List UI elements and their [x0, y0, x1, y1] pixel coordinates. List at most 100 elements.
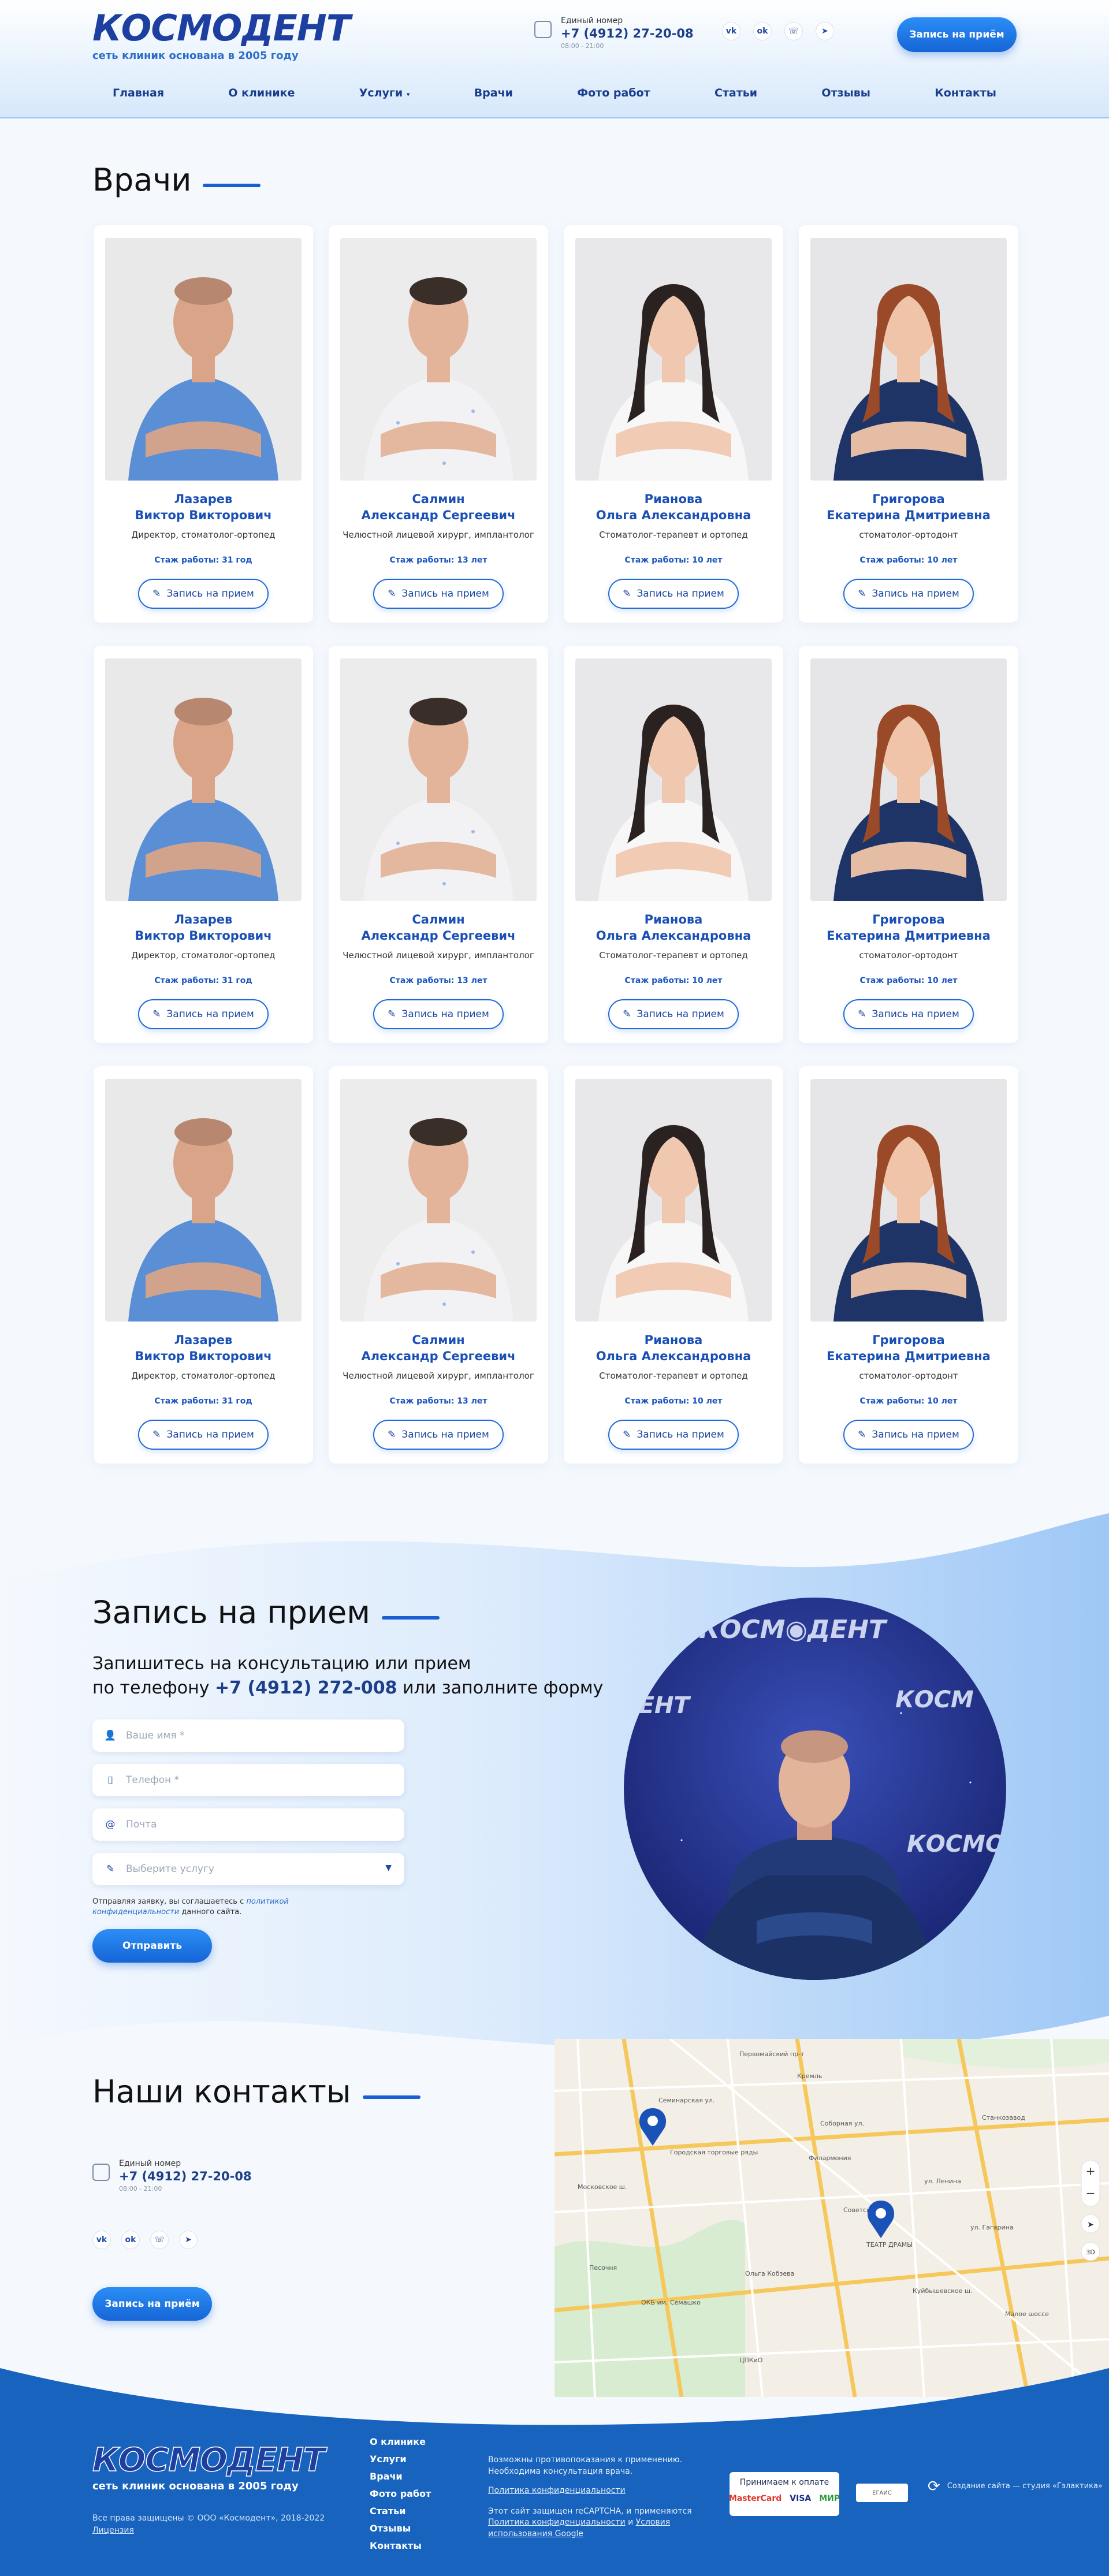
doctor-photo[interactable] [810, 238, 1007, 481]
doctor-appointment-button[interactable]: ✎ Запись на прием [608, 1420, 739, 1450]
doctor-appointment-button[interactable]: ✎ Запись на прием [138, 999, 269, 1029]
doctor-appointment-button[interactable]: ✎ Запись на прием [608, 579, 739, 609]
doctor-appointment-button[interactable]: ✎ Запись на прием [843, 999, 974, 1029]
doctor-name[interactable]: Григорова Екатерина Дмитриевна [799, 1332, 1018, 1365]
footer-logo[interactable]: КОСМОДЕНТ сеть клиник основана в 2005 го… [92, 2444, 326, 2492]
doctor-given-name: Виктор Викторович [135, 1349, 272, 1364]
phone-number[interactable]: +7 (4912) 27-20-08 [561, 27, 694, 40]
pencil-icon: ✎ [623, 1008, 631, 1020]
doctor-photo[interactable] [340, 658, 537, 901]
zoom-out-icon[interactable]: − [1086, 2186, 1096, 2200]
footer-link-articles[interactable]: Статьи [370, 2506, 431, 2517]
doctor-appointment-label: Запись на прием [872, 1429, 959, 1440]
studio-icon: ⟳ [928, 2478, 940, 2495]
nav-contacts[interactable]: Контакты [935, 87, 996, 99]
doctor-appointment-button[interactable]: ✎ Запись на прием [373, 999, 504, 1029]
zoom-in-icon[interactable]: + [1086, 2164, 1096, 2178]
doctor-surname: Рианова [644, 492, 703, 506]
visa-logo: VISA [790, 2494, 812, 2503]
telegram-icon[interactable]: ➤ [816, 22, 834, 40]
license-link[interactable]: Лицензия [92, 2525, 325, 2537]
whatsapp-icon[interactable]: ☏ [784, 22, 803, 40]
doctor-name[interactable]: Рианова Ольга Александровна [564, 1332, 783, 1365]
contacts-title-text: Наши контакты [92, 2074, 351, 2110]
map-label-7: Филармония [809, 2154, 851, 2162]
nav-services[interactable]: Услуги ▾ [359, 87, 410, 99]
doctor-surname: Лазарев [174, 1333, 233, 1347]
telegram-icon[interactable]: ➤ [179, 2231, 198, 2249]
note2-a: Этот сайт защищен reCAPTCHA, и применяют… [488, 2506, 692, 2516]
doctor-name[interactable]: Григорова Екатерина Дмитриевна [799, 911, 1018, 944]
doctor-appointment-button[interactable]: ✎ Запись на прием [608, 999, 739, 1029]
doctor-appointment-button[interactable]: ✎ Запись на прием [843, 579, 974, 609]
email-field[interactable]: @ Почта [92, 1808, 404, 1841]
studio-credit[interactable]: ⟳ Создание сайта — студия «Гэлактика» [928, 2478, 1103, 2495]
doctor-name[interactable]: Рианова Ольга Александровна [564, 491, 783, 524]
doctor-photo[interactable] [105, 658, 302, 901]
submit-button[interactable]: Отправить [92, 1929, 212, 1963]
locate-icon[interactable]: ➤ [1087, 2220, 1094, 2229]
footer-privacy-link[interactable]: Политика конфиденциальности [488, 2485, 719, 2497]
intro-phone[interactable]: +7 (4912) 272-008 [215, 1678, 397, 1698]
contacts-map[interactable]: Первомайский пр-т Семинарская ул. Соборн… [554, 2039, 1109, 2397]
name-placeholder: Ваше имя * [126, 1730, 185, 1741]
contacts-appointment-button[interactable]: Запись на приём [92, 2287, 212, 2321]
appointment-intro: Запишитесь на консультацию или прием по … [92, 1652, 603, 1700]
contacts-phone-label: Единый номер [119, 2159, 181, 2168]
doctor-photo[interactable] [340, 238, 537, 481]
doctor-name[interactable]: Рианова Ольга Александровна [564, 911, 783, 944]
ok-icon[interactable]: ok [753, 22, 772, 40]
nav-articles[interactable]: Статьи [714, 87, 757, 99]
doctor-name[interactable]: Лазарев Виктор Викторович [94, 911, 313, 944]
doctor-photo[interactable] [810, 1079, 1007, 1321]
logo-text: КОСМОДЕНТ [92, 7, 351, 49]
footer-link-contacts[interactable]: Контакты [370, 2540, 431, 2551]
doctor-name[interactable]: Салмин Александр Сергеевич [329, 491, 548, 524]
doctor-photo[interactable] [105, 238, 302, 481]
phone-field[interactable]: ▯ Телефон * [92, 1764, 404, 1796]
doctor-photo[interactable] [810, 658, 1007, 901]
doctor-name[interactable]: Лазарев Виктор Викторович [94, 1332, 313, 1365]
3d-icon[interactable]: 3D [1086, 2249, 1095, 2256]
footer-link-services[interactable]: Услуги [370, 2454, 431, 2465]
nav-about[interactable]: О клинике [228, 87, 295, 99]
footer-link-photos[interactable]: Фото работ [370, 2488, 431, 2499]
doctor-photo[interactable] [105, 1079, 302, 1321]
vk-icon[interactable]: vk [722, 22, 740, 40]
doctor-given-name: Александр Сергеевич [361, 1349, 516, 1364]
ok-icon[interactable]: ok [121, 2231, 140, 2249]
doctor-given-name: Ольга Александровна [596, 508, 751, 523]
service-select[interactable]: ✎ Выберите услугу ▼ [92, 1853, 404, 1885]
nav-home[interactable]: Главная [113, 87, 164, 99]
site-header: КОСМОДЕНТ сеть клиник основана в 2005 го… [0, 0, 1109, 118]
name-field[interactable]: 👤 Ваше имя * [92, 1719, 404, 1752]
contacts-phone-number[interactable]: +7 (4912) 27-20-08 [119, 2169, 252, 2183]
doctor-name[interactable]: Григорова Екатерина Дмитриевна [799, 491, 1018, 524]
doctor-photo[interactable] [340, 1079, 537, 1321]
whatsapp-icon[interactable]: ☏ [150, 2231, 169, 2249]
footer-link-doctors[interactable]: Врачи [370, 2471, 431, 2482]
title-underline [362, 2095, 420, 2099]
footer-link-about[interactable]: О клинике [370, 2436, 431, 2447]
doctor-name[interactable]: Лазарев Виктор Викторович [94, 491, 313, 524]
header-appointment-button[interactable]: Запись на приём [897, 17, 1017, 52]
recaptcha-privacy-link[interactable]: Политика конфиденциальности [488, 2518, 626, 2527]
nav-photos[interactable]: Фото работ [577, 87, 650, 99]
doctor-appointment-button[interactable]: ✎ Запись на прием [373, 1420, 504, 1450]
vk-icon[interactable]: vk [92, 2231, 111, 2249]
doctor-name[interactable]: Салмин Александр Сергеевич [329, 1332, 548, 1365]
pencil-icon: ✎ [388, 588, 396, 600]
logo[interactable]: КОСМОДЕНТ сеть клиник основана в 2005 го… [92, 7, 351, 62]
doctor-appointment-button[interactable]: ✎ Запись на прием [138, 1420, 269, 1450]
doctor-name[interactable]: Салмин Александр Сергеевич [329, 911, 548, 944]
doctor-photo[interactable] [575, 238, 772, 481]
nav-doctors[interactable]: Врачи [474, 87, 513, 99]
footer-link-reviews[interactable]: Отзывы [370, 2523, 431, 2534]
doctor-appointment-button[interactable]: ✎ Запись на прием [373, 579, 504, 609]
nav-reviews[interactable]: Отзывы [821, 87, 870, 99]
map-label-13: Песочня [589, 2264, 617, 2272]
doctor-photo[interactable] [575, 658, 772, 901]
doctor-photo[interactable] [575, 1079, 772, 1321]
doctor-appointment-button[interactable]: ✎ Запись на прием [843, 1420, 974, 1450]
doctor-appointment-button[interactable]: ✎ Запись на прием [138, 579, 269, 609]
